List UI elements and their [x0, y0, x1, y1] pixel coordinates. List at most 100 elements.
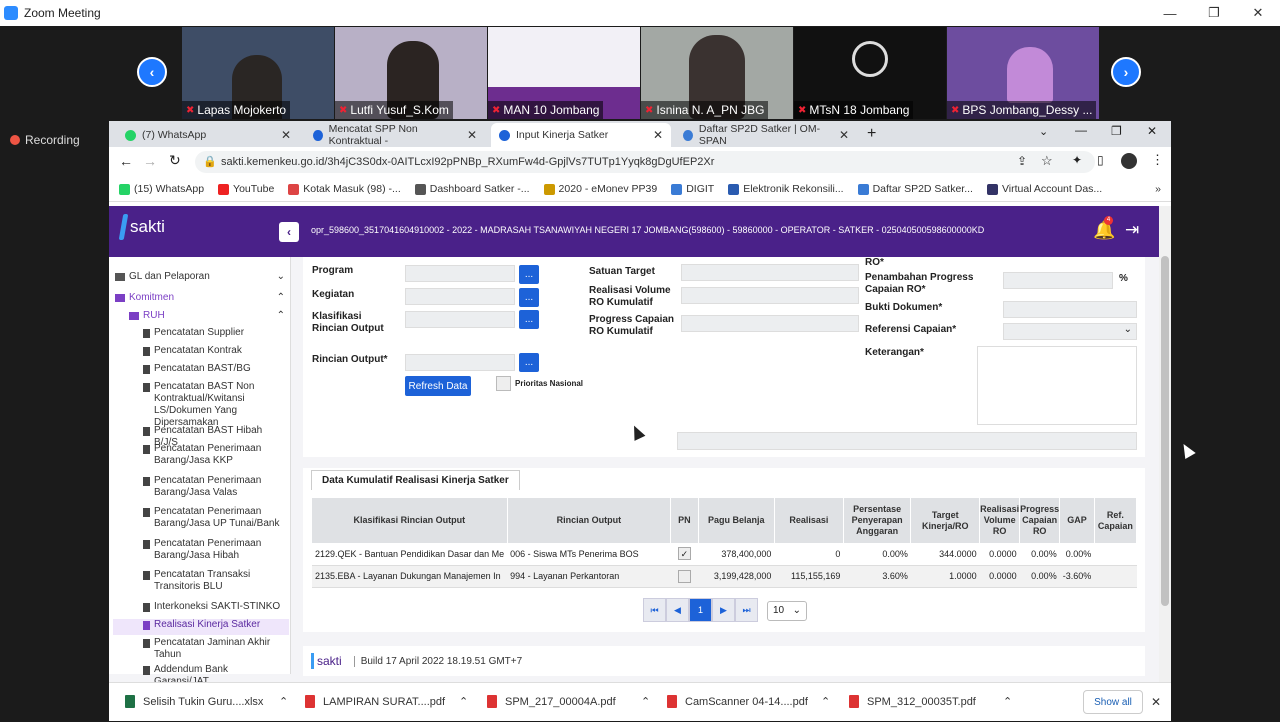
close-tab-icon[interactable]: ✕	[839, 128, 849, 142]
next-page-button[interactable]: ▶	[712, 598, 735, 622]
pn-checkbox[interactable]	[677, 569, 691, 583]
share-icon[interactable]: ⇪	[1017, 154, 1027, 168]
bookmark-item[interactable]: DIGIT	[671, 183, 714, 195]
referensi-capaian-select[interactable]: ⌄	[1003, 323, 1137, 340]
sidebar-item[interactable]: Pencatatan Penerimaan Barang/Jasa KKP	[143, 443, 285, 467]
sidebar-item-komitmen[interactable]: Komitmen ⌃	[115, 292, 285, 304]
forward-arrow-icon[interactable]: →	[143, 153, 157, 169]
table-row[interactable]: 2135.EBA - Layanan Dukungan Manajemen In…	[312, 565, 1137, 588]
profile-avatar[interactable]	[1121, 153, 1137, 169]
scrollbar-thumb[interactable]	[1161, 256, 1169, 606]
minimize-browser-button[interactable]: —	[1075, 123, 1087, 137]
klasifikasi-input[interactable]	[405, 311, 515, 328]
sidebar-item[interactable]: Pencatatan Penerimaan Barang/Jasa UP Tun…	[143, 506, 285, 530]
keterangan-textarea[interactable]	[977, 346, 1137, 425]
page-scrollbar[interactable]	[1159, 206, 1171, 686]
rincian-lookup-button[interactable]: ...	[519, 353, 539, 372]
back-arrow-icon[interactable]: ←	[119, 153, 133, 169]
page-size-select[interactable]: 10 ⌄	[767, 601, 807, 621]
sidebar-item[interactable]: Pencatatan Kontrak	[143, 345, 285, 357]
prev-page-button[interactable]: ◀	[666, 598, 689, 622]
tab-whatsapp[interactable]: (7) WhatsApp ✕	[117, 123, 299, 147]
participant-tile[interactable]: ✖ MTsN 18 Jombang	[794, 27, 946, 119]
participant-tile[interactable]: ✖ BPS Jombang_Dessy ...	[947, 27, 1099, 119]
participant-tile[interactable]: ✖ Lutfi Yusuf_S.Kom	[335, 27, 487, 119]
participant-tile[interactable]: ✖ MAN 10 Jombang	[488, 27, 640, 119]
download-item[interactable]: CamScanner 04-14....pdf ⌃	[667, 695, 830, 708]
sidebar-item[interactable]: Pencatatan Supplier	[143, 327, 285, 339]
minimize-button[interactable]: —	[1148, 0, 1192, 26]
sidebar-item[interactable]: Interkoneksi SAKTI-STINKO	[143, 601, 285, 613]
close-tab-icon[interactable]: ✕	[281, 128, 291, 142]
sidebar-item-gl[interactable]: GL dan Pelaporan ⌄	[115, 271, 285, 283]
kegiatan-lookup-button[interactable]: ...	[519, 288, 539, 307]
program-lookup-button[interactable]: ...	[519, 265, 539, 284]
participant-tile[interactable]: ✖ Isnina N. A_PN JBG	[641, 27, 793, 119]
current-page-button[interactable]: 1	[689, 598, 712, 622]
recording-indicator[interactable]: Recording	[10, 133, 80, 147]
progress-capaian-input[interactable]	[681, 315, 859, 332]
logout-icon[interactable]: ⇥	[1125, 220, 1139, 240]
close-downloads-icon[interactable]: ✕	[1151, 695, 1161, 709]
bookmark-item[interactable]: Dashboard Satker -...	[414, 183, 530, 195]
pn-checkbox[interactable]: ✓	[677, 547, 691, 561]
download-item[interactable]: SPM_312_00035T.pdf ⌃	[849, 695, 1012, 708]
bookmark-item[interactable]: YouTube	[218, 183, 274, 195]
bukti-dokumen-input[interactable]	[1003, 301, 1137, 318]
bookmark-item[interactable]: (15) WhatsApp	[119, 183, 204, 195]
tab-search-button[interactable]: ⌄	[1039, 125, 1048, 138]
bookmark-item[interactable]: Virtual Account Das...	[986, 183, 1102, 195]
sidebar-item[interactable]: Realisasi Kinerja Satker	[113, 619, 289, 635]
tab-mencatat-spp[interactable]: Mencatat SPP Non Kontraktual - ✕	[305, 123, 485, 147]
restore-button[interactable]: ❐	[1192, 0, 1236, 26]
sidebar-item-ruh[interactable]: RUH ⌃	[129, 310, 285, 322]
rincian-output-input[interactable]	[405, 354, 515, 371]
sidepanel-icon[interactable]: ▯	[1097, 153, 1104, 167]
more-bookmarks-icon[interactable]: »	[1155, 183, 1161, 195]
satuan-target-input[interactable]	[681, 264, 859, 281]
previous-participants-button[interactable]: ‹	[137, 57, 167, 87]
download-item[interactable]: Selisih Tukin Guru....xlsx ⌃	[125, 695, 288, 708]
show-all-button[interactable]: Show all	[1083, 690, 1143, 714]
download-menu-icon[interactable]: ⌃	[641, 695, 650, 708]
table-row[interactable]: 2129.QEK - Bantuan Pendidikan Dasar dan …	[312, 543, 1137, 566]
sidebar-item[interactable]: Pencatatan Transaksi Transitoris BLU	[143, 569, 285, 593]
sidebar-item[interactable]: Pencatatan BAST/BG	[143, 363, 285, 375]
participant-tile[interactable]: ✖ Lapas Mojokerto	[182, 27, 334, 119]
first-page-button[interactable]: ⏮	[643, 598, 666, 622]
download-item[interactable]: SPM_217_00004A.pdf ⌃	[487, 695, 650, 708]
prioritas-nasional-checkbox[interactable]	[496, 376, 511, 391]
close-tab-icon[interactable]: ✕	[467, 128, 477, 142]
close-browser-button[interactable]: ✕	[1147, 124, 1157, 138]
sidebar-item[interactable]: Pencatatan BAST Non Kontraktual/Kwitansi…	[143, 381, 285, 429]
last-page-button[interactable]: ⏭	[735, 598, 758, 622]
bookmark-item[interactable]: 2020 - eMonev PP39	[543, 183, 657, 195]
bookmark-item[interactable]: Elektronik Rekonsili...	[728, 183, 844, 195]
collapse-sidebar-button[interactable]: ‹	[279, 222, 299, 242]
reload-icon[interactable]: ↻	[169, 152, 181, 169]
sidebar-item[interactable]: Pencatatan Jaminan Akhir Tahun	[143, 637, 285, 661]
restore-browser-button[interactable]: ❐	[1111, 124, 1122, 138]
close-tab-icon[interactable]: ✕	[653, 128, 663, 142]
download-menu-icon[interactable]: ⌃	[279, 695, 288, 708]
extensions-icon[interactable]: ✦	[1072, 153, 1082, 167]
next-participants-button[interactable]: ›	[1111, 57, 1141, 87]
bookmark-star-icon[interactable]: ☆	[1041, 153, 1053, 169]
download-menu-icon[interactable]: ⌃	[1003, 695, 1012, 708]
tab-daftar-sp2d[interactable]: Daftar SP2D Satker | OM-SPAN ✕	[675, 123, 857, 147]
new-tab-button[interactable]: +	[867, 125, 876, 143]
download-menu-icon[interactable]: ⌃	[459, 695, 468, 708]
kegiatan-input[interactable]	[405, 288, 515, 305]
sidebar-item[interactable]: Pencatatan Penerimaan Barang/Jasa Valas	[143, 475, 285, 499]
bookmark-item[interactable]: Daftar SP2D Satker...	[857, 183, 973, 195]
program-input[interactable]	[405, 265, 515, 282]
bookmark-item[interactable]: Kotak Masuk (98) -...	[288, 183, 401, 195]
sidebar-item[interactable]: Pencatatan Penerimaan Barang/Jasa Hibah	[143, 538, 285, 562]
penambahan-progress-input[interactable]	[1003, 272, 1113, 289]
download-item[interactable]: LAMPIRAN SURAT....pdf ⌃	[305, 695, 468, 708]
klasifikasi-lookup-button[interactable]: ...	[519, 310, 539, 329]
realisasi-volume-input[interactable]	[681, 287, 859, 304]
sakti-logo[interactable]: sakti	[118, 214, 165, 240]
browser-menu-icon[interactable]: ⋮	[1151, 152, 1164, 168]
close-window-button[interactable]: ✕	[1236, 0, 1280, 26]
